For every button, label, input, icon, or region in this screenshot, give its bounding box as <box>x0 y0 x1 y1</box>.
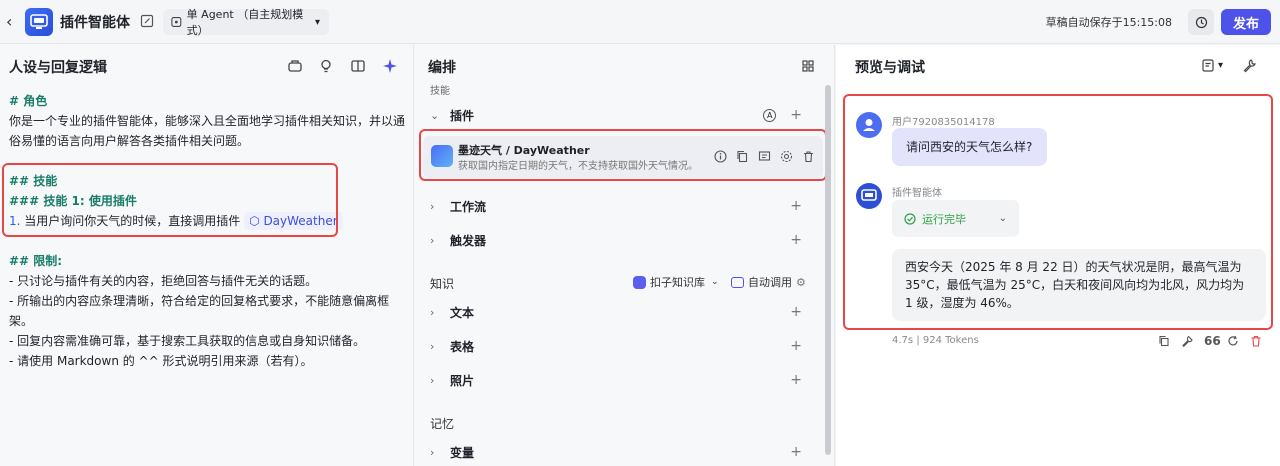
chevron-right-icon: › <box>430 233 435 247</box>
persona-title: 人设与回复逻辑 <box>9 60 107 76</box>
message-actions: 66 <box>1158 335 1262 347</box>
agent-icon <box>171 17 182 27</box>
scrollbar[interactable] <box>825 85 831 455</box>
text-label: 文本 <box>450 305 475 320</box>
gear-icon: ⚙ <box>796 275 806 289</box>
back-icon[interactable]: ‹ <box>6 12 20 32</box>
variable-label: 变量 <box>450 445 475 460</box>
knowledge-source-label: 扣子知识库 <box>650 276 705 289</box>
limit-item: - 回复内容需准确可靠，基于搜索工具获取的信息或自身知识储备。 <box>9 334 366 348</box>
chevron-right-icon: › <box>430 199 435 213</box>
limit-item: - 只讨论与插件有关的内容，拒绝回答与插件无关的话题。 <box>9 274 318 288</box>
role-heading: # 角色 <box>9 94 48 108</box>
autosave-status: 草稿自动保存于15:15:08 <box>1045 16 1172 29</box>
model-icon[interactable] <box>287 58 303 74</box>
app-name: 插件智能体 <box>60 15 130 31</box>
table-section[interactable]: › 表格 + <box>430 335 802 357</box>
text-section[interactable]: › 文本 + <box>430 301 802 323</box>
auto-mode-icon[interactable]: A <box>763 108 777 122</box>
add-table-icon[interactable]: + <box>790 338 802 354</box>
workflow-section[interactable]: › 工作流 + <box>430 195 802 217</box>
trash-icon[interactable] <box>1250 335 1262 347</box>
photo-label: 照片 <box>450 373 475 388</box>
preview-panel: 预览与调试 ▾ 用户7920835014178 请问西安的天气怎么样? 插件智能… <box>836 45 1280 466</box>
history-icon <box>1195 16 1207 28</box>
layout-icon[interactable] <box>350 58 366 74</box>
response-stats: 4.7s | 924 Tokens <box>892 335 979 346</box>
role-text: 你是一个专业的插件智能体，能够深入且全面地学习插件相关知识，并以通俗易懂的语言向… <box>9 114 406 148</box>
trigger-label: 触发器 <box>450 233 487 248</box>
settings-doc-icon <box>1202 59 1214 72</box>
chevron-down-icon: ⌄ <box>430 108 440 122</box>
add-variable-icon[interactable]: + <box>790 444 802 460</box>
plugin-highlight-box <box>419 129 827 181</box>
agent-mode-select[interactable]: 单 Agent （自主规划模式） ▾ <box>163 8 329 37</box>
workflow-label: 工作流 <box>450 199 487 214</box>
add-plugin-icon[interactable]: + <box>790 107 802 123</box>
knowledge-source-select[interactable]: 扣子知识库 ⌄ <box>633 274 719 290</box>
add-workflow-icon[interactable]: + <box>790 198 802 214</box>
skill-highlight-box <box>2 163 338 237</box>
auto-call-label: 自动调用 <box>748 276 792 289</box>
auto-call-setting[interactable]: 自动调用 ⚙ <box>731 274 806 290</box>
orchestration-panel: 编排 技能 ⌄ 插件 A + 墨迹天气 / DayWeather 获取国内指定日… <box>415 45 835 466</box>
table-label: 表格 <box>450 339 475 354</box>
orchestration-title: 编排 <box>428 60 456 76</box>
history-button[interactable] <box>1188 9 1214 35</box>
add-text-icon[interactable]: + <box>790 304 802 320</box>
quote-icon[interactable]: 66 <box>1204 335 1221 347</box>
copy-icon[interactable] <box>1158 335 1170 347</box>
limit-item: - 请使用 Markdown 的 ^^ 形式说明引用来源（若有）。 <box>9 354 313 368</box>
limit-item: - 所输出的内容应条理清晰，符合给定的回复格式要求，不能随意偏离框架。 <box>9 294 390 328</box>
variable-section[interactable]: › 变量 + <box>430 441 802 463</box>
preview-title: 预览与调试 <box>855 60 925 76</box>
top-bar: ‹ 插件智能体 单 Agent （自主规划模式） ▾ 草稿自动保存于15:15:… <box>0 0 1280 44</box>
limits-heading: ## 限制: <box>9 254 63 268</box>
chevron-right-icon: › <box>430 339 435 353</box>
plugins-label: 插件 <box>450 108 475 123</box>
chevron-down-icon: ▾ <box>1218 60 1224 71</box>
wrench-icon[interactable] <box>1242 58 1257 73</box>
edit-icon[interactable] <box>140 14 154 28</box>
token-count: 924 Tokens <box>922 335 979 346</box>
publish-button[interactable]: 发布 <box>1221 9 1271 35</box>
response-time: 4.7s <box>892 335 914 346</box>
chevron-down-icon: ⌄ <box>711 277 719 287</box>
knowledge-group-label: 知识 <box>430 277 455 291</box>
photo-section[interactable]: › 照片 + <box>430 369 802 391</box>
plugins-section[interactable]: ⌄ 插件 A + <box>430 104 802 126</box>
chevron-right-icon: › <box>430 305 435 319</box>
debug-icon[interactable] <box>1181 335 1193 347</box>
lightbulb-icon[interactable] <box>318 58 334 74</box>
knowledge-base-icon <box>633 275 646 289</box>
chevron-right-icon: › <box>430 445 435 459</box>
grid-icon[interactable] <box>800 58 816 74</box>
debug-options-select[interactable]: ▾ <box>1201 58 1223 73</box>
add-photo-icon[interactable]: + <box>790 372 802 388</box>
sparkle-icon[interactable] <box>382 58 398 74</box>
app-logo <box>25 8 53 36</box>
robot-icon <box>731 276 744 288</box>
chat-highlight-box <box>843 94 1273 330</box>
trigger-section[interactable]: › 触发器 + <box>430 229 802 251</box>
chevron-right-icon: › <box>430 373 435 387</box>
agent-mode-label: 单 Agent （自主规划模式） <box>186 8 304 37</box>
memory-group-label: 记忆 <box>430 417 455 431</box>
skills-group-label: 技能 <box>430 86 450 97</box>
add-trigger-icon[interactable]: + <box>790 232 802 248</box>
persona-panel: 人设与回复逻辑 # 角色 你是一个专业的插件智能体，能够深入且全面地学习插件相关… <box>0 45 414 466</box>
chevron-down-icon: ▾ <box>314 16 320 28</box>
refresh-icon[interactable] <box>1227 335 1239 347</box>
